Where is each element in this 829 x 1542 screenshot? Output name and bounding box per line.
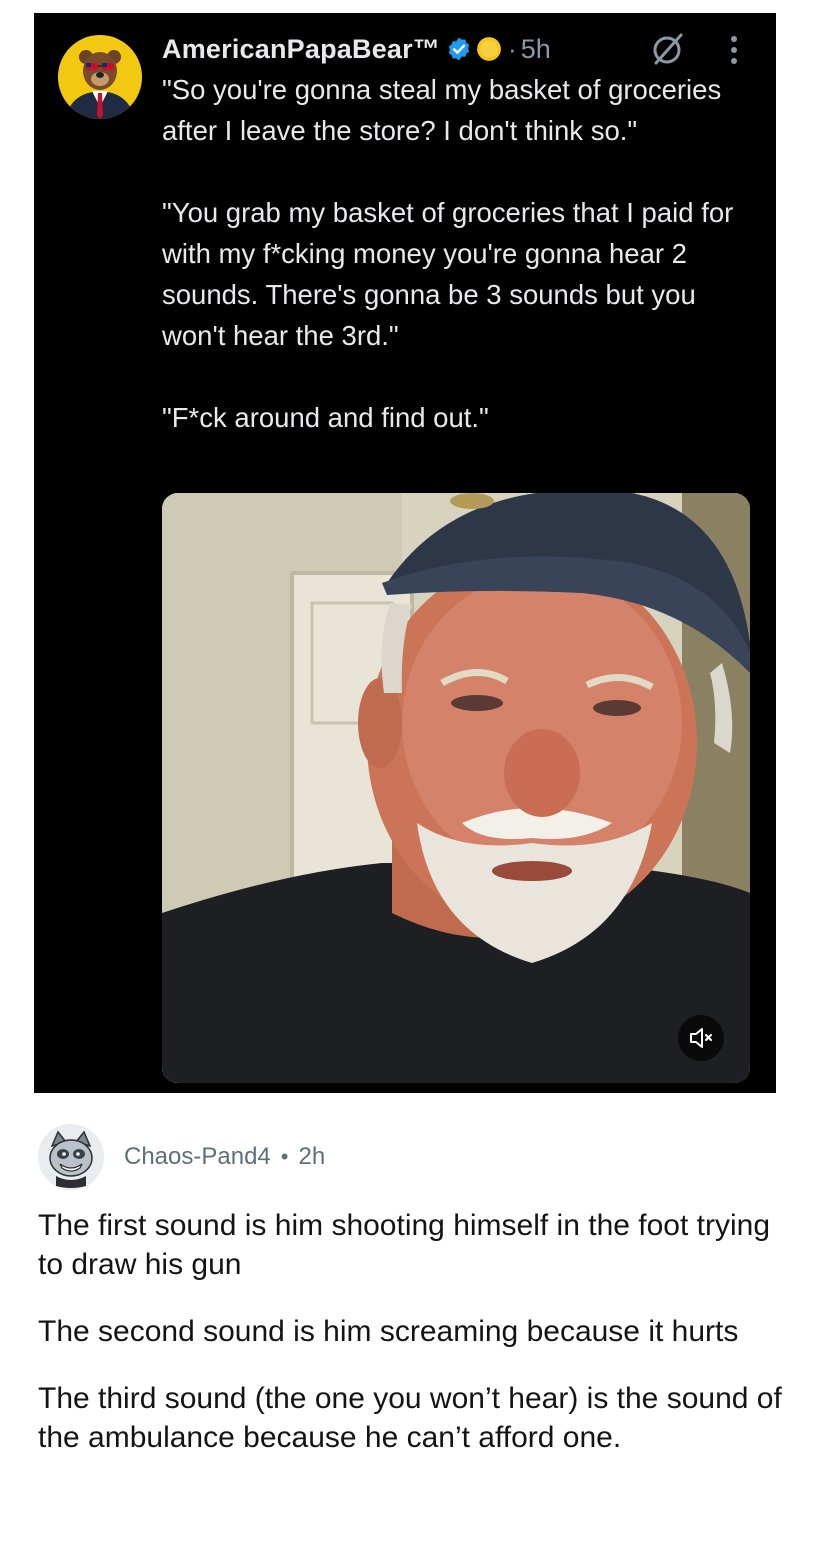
tweet-paragraph: "F*ck around and find out.": [162, 402, 489, 433]
tweet-header: AmericanPapaBear™ · 5h: [162, 29, 551, 69]
comment-paragraph: The third sound (the one you won’t hear)…: [38, 1382, 782, 1454]
mute-toggle-button[interactable]: [678, 1015, 724, 1061]
tweet-author-avatar[interactable]: [58, 35, 142, 119]
more-options-icon[interactable]: [722, 33, 746, 67]
header-separator: ·: [508, 33, 517, 64]
tweet-paragraph: "So you're gonna steal my basket of groc…: [162, 74, 722, 146]
comment-paragraph: The second sound is him screaming becaus…: [38, 1315, 739, 1348]
tweet-video[interactable]: [162, 493, 750, 1083]
comment-paragraph: The first sound is him shooting himself …: [38, 1209, 771, 1281]
verified-badge-icon: [448, 37, 470, 61]
comment-timestamp: 2h: [298, 1143, 326, 1170]
gold-coin-icon: [477, 37, 501, 61]
tweet-author-name[interactable]: AmericanPapaBear™: [162, 34, 440, 65]
tweet-text: "So you're gonna steal my basket of groc…: [162, 69, 762, 479]
tweet-timestamp[interactable]: 5h: [521, 34, 551, 65]
muted-speaker-icon: [690, 1028, 712, 1048]
embedded-tweet: AmericanPapaBear™ · 5h "So you're gonna …: [34, 13, 776, 1093]
comment-header: Chaos-Pand4 • 2h: [38, 1124, 325, 1190]
video-frame-image: [162, 493, 750, 1083]
commenter-avatar[interactable]: [38, 1124, 104, 1190]
commenter-username[interactable]: Chaos-Pand4: [124, 1143, 271, 1171]
comment-separator: •: [280, 1144, 289, 1169]
grok-icon[interactable]: [648, 29, 688, 69]
comment-text: The first sound is him shooting himself …: [38, 1206, 798, 1485]
tweet-paragraph: "You grab my basket of groceries that I …: [162, 197, 734, 351]
